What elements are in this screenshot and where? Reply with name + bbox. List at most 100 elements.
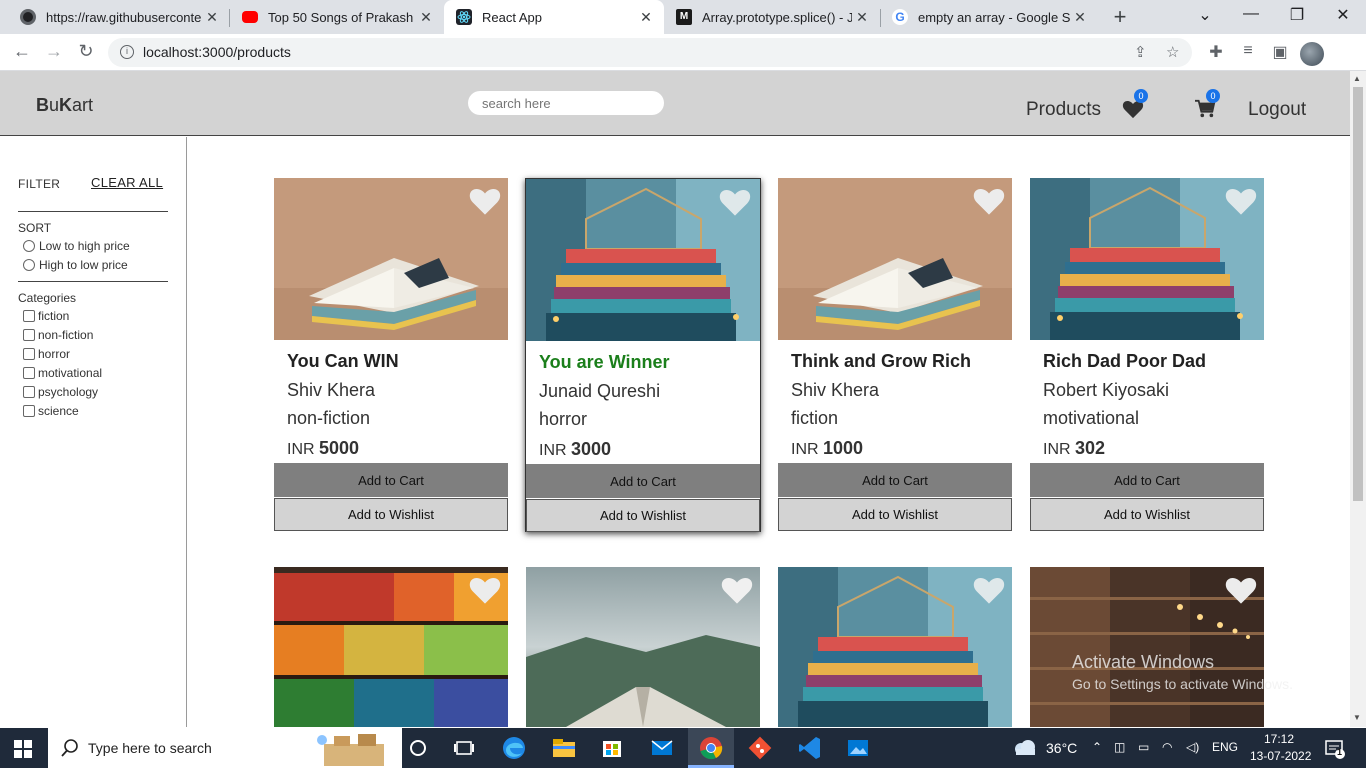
battery-icon[interactable]: ▭ — [1138, 740, 1149, 754]
forward-arrow-icon[interactable]: → — [42, 41, 66, 62]
product-card[interactable] — [1030, 567, 1266, 727]
tab-react-app[interactable]: React App ✕ — [444, 0, 664, 34]
product-title[interactable]: Think and Grow Rich — [791, 351, 971, 372]
cortana-icon[interactable] — [404, 734, 432, 762]
side-panel-icon[interactable]: ▣ — [1270, 42, 1290, 62]
nav-products-link[interactable]: Products — [1026, 99, 1101, 121]
scroll-up-arrow-icon[interactable]: ▲ — [1353, 74, 1361, 83]
add-to-wishlist-button[interactable]: Add to Wishlist — [526, 499, 760, 532]
scrollbar-thumb[interactable] — [1353, 87, 1363, 501]
category-motivational[interactable]: motivational — [23, 366, 102, 380]
scroll-down-arrow-icon[interactable]: ▼ — [1353, 713, 1361, 722]
close-icon[interactable]: ✕ — [636, 9, 656, 26]
heart-icon[interactable] — [468, 186, 502, 216]
notification-center-icon[interactable] — [1324, 738, 1346, 760]
product-card[interactable]: You are Winner Junaid Qureshi horror INR… — [525, 178, 761, 532]
site-info-icon[interactable]: i — [120, 45, 134, 59]
radio-button[interactable] — [23, 240, 35, 252]
microsoft-store-icon[interactable] — [598, 734, 626, 762]
clear-all-link[interactable]: CLEAR ALL — [91, 175, 163, 190]
chrome-icon[interactable] — [697, 734, 725, 762]
show-hidden-icons-chevron-icon[interactable]: ⌃ — [1092, 740, 1102, 754]
add-to-wishlist-button[interactable]: Add to Wishlist — [1030, 498, 1264, 531]
git-icon[interactable] — [746, 734, 774, 762]
close-icon[interactable]: ✕ — [416, 9, 436, 26]
wifi-icon[interactable]: ◠ — [1162, 740, 1172, 754]
category-horror[interactable]: horror — [23, 347, 70, 361]
checkbox[interactable] — [23, 348, 35, 360]
share-icon[interactable]: ⇪ — [1134, 43, 1147, 61]
close-window-button[interactable]: ✕ — [1328, 5, 1358, 25]
back-arrow-icon[interactable]: ← — [10, 41, 34, 62]
tab-youtube[interactable]: Top 50 Songs of Prakash Kau ✕ — [230, 0, 444, 34]
edge-browser-icon[interactable] — [500, 734, 528, 762]
product-card[interactable]: Think and Grow Rich Shiv Khera fiction I… — [778, 178, 1014, 532]
heart-icon[interactable] — [1224, 575, 1258, 605]
category-fiction[interactable]: fiction — [23, 309, 69, 323]
product-card[interactable] — [778, 567, 1014, 727]
product-card[interactable]: You Can WIN Shiv Khera non-fiction INR 5… — [274, 178, 510, 532]
checkbox[interactable] — [23, 367, 35, 379]
add-to-cart-button[interactable]: Add to Cart — [526, 464, 760, 498]
page-scrollbar[interactable]: ▲ ▼ — [1350, 71, 1366, 727]
category-psychology[interactable]: psychology — [23, 385, 98, 399]
meet-now-icon[interactable]: ◫ — [1114, 740, 1125, 754]
photos-icon[interactable] — [844, 734, 872, 762]
address-bar[interactable]: i localhost:3000/products ⇪ ☆ — [108, 38, 1192, 67]
checkbox[interactable] — [23, 386, 35, 398]
weather-temperature[interactable]: 36°C — [1046, 740, 1077, 756]
checkbox[interactable] — [23, 405, 35, 417]
weather-cloud-icon[interactable] — [1012, 738, 1038, 758]
clock-date[interactable]: 13-07-2022 — [1250, 749, 1311, 763]
add-to-cart-button[interactable]: Add to Cart — [274, 463, 508, 497]
close-icon[interactable]: ✕ — [202, 9, 222, 26]
heart-icon[interactable] — [718, 187, 752, 217]
heart-icon[interactable] — [720, 575, 754, 605]
tab-mdn[interactable]: M Array.prototype.splice() - Java ✕ — [664, 0, 880, 34]
product-title[interactable]: You Can WIN — [287, 351, 399, 372]
url-text[interactable]: localhost:3000/products — [143, 44, 291, 60]
product-card[interactable] — [526, 567, 762, 727]
taskbar-search-box[interactable]: Type here to search — [48, 728, 402, 768]
restore-button[interactable]: ❐ — [1282, 5, 1312, 25]
checkbox[interactable] — [23, 310, 35, 322]
radio-button[interactable] — [23, 259, 35, 271]
heart-icon[interactable] — [468, 575, 502, 605]
product-card[interactable] — [274, 567, 510, 727]
clock-time[interactable]: 17:12 — [1264, 732, 1294, 746]
product-title[interactable]: Rich Dad Poor Dad — [1043, 351, 1206, 372]
windows-start-icon[interactable] — [14, 740, 32, 758]
add-to-cart-button[interactable]: Add to Cart — [778, 463, 1012, 497]
extensions-puzzle-icon[interactable]: ✚ — [1206, 42, 1226, 62]
search-input[interactable] — [468, 91, 664, 115]
tab-google[interactable]: G empty an array - Google Sea ✕ — [880, 0, 1098, 34]
bukart-logo[interactable]: BuKart — [36, 95, 93, 116]
reading-list-icon[interactable]: ≡ — [1238, 42, 1258, 60]
minimize-button[interactable]: — — [1236, 5, 1266, 23]
add-to-wishlist-button[interactable]: Add to Wishlist — [778, 498, 1012, 531]
add-to-wishlist-button[interactable]: Add to Wishlist — [274, 498, 508, 531]
close-icon[interactable]: ✕ — [1070, 9, 1090, 26]
sort-high-to-low[interactable]: High to low price — [23, 258, 128, 272]
checkbox[interactable] — [23, 329, 35, 341]
category-science[interactable]: science — [23, 404, 79, 418]
new-tab-button[interactable]: + — [1108, 4, 1132, 30]
reload-icon[interactable]: ↻ — [74, 41, 98, 62]
logout-link[interactable]: Logout — [1248, 99, 1306, 121]
input-language-indicator[interactable]: ENG — [1212, 740, 1238, 754]
bookmark-star-icon[interactable]: ☆ — [1166, 43, 1179, 61]
tab-search-dropdown-icon[interactable]: ⌄ — [1190, 5, 1220, 25]
product-title[interactable]: You are Winner — [539, 352, 670, 373]
product-card[interactable]: Rich Dad Poor Dad Robert Kiyosaki motiva… — [1030, 178, 1266, 532]
close-icon[interactable]: ✕ — [852, 9, 872, 26]
heart-icon[interactable] — [972, 575, 1006, 605]
volume-icon[interactable]: ◁) — [1186, 740, 1199, 754]
category-non-fiction[interactable]: non-fiction — [23, 328, 93, 342]
heart-icon[interactable] — [1224, 186, 1258, 216]
vscode-icon[interactable] — [796, 734, 824, 762]
sort-low-to-high[interactable]: Low to high price — [23, 239, 130, 253]
mail-icon[interactable] — [648, 734, 676, 762]
heart-icon[interactable] — [972, 186, 1006, 216]
file-explorer-icon[interactable] — [550, 734, 578, 762]
add-to-cart-button[interactable]: Add to Cart — [1030, 463, 1264, 497]
